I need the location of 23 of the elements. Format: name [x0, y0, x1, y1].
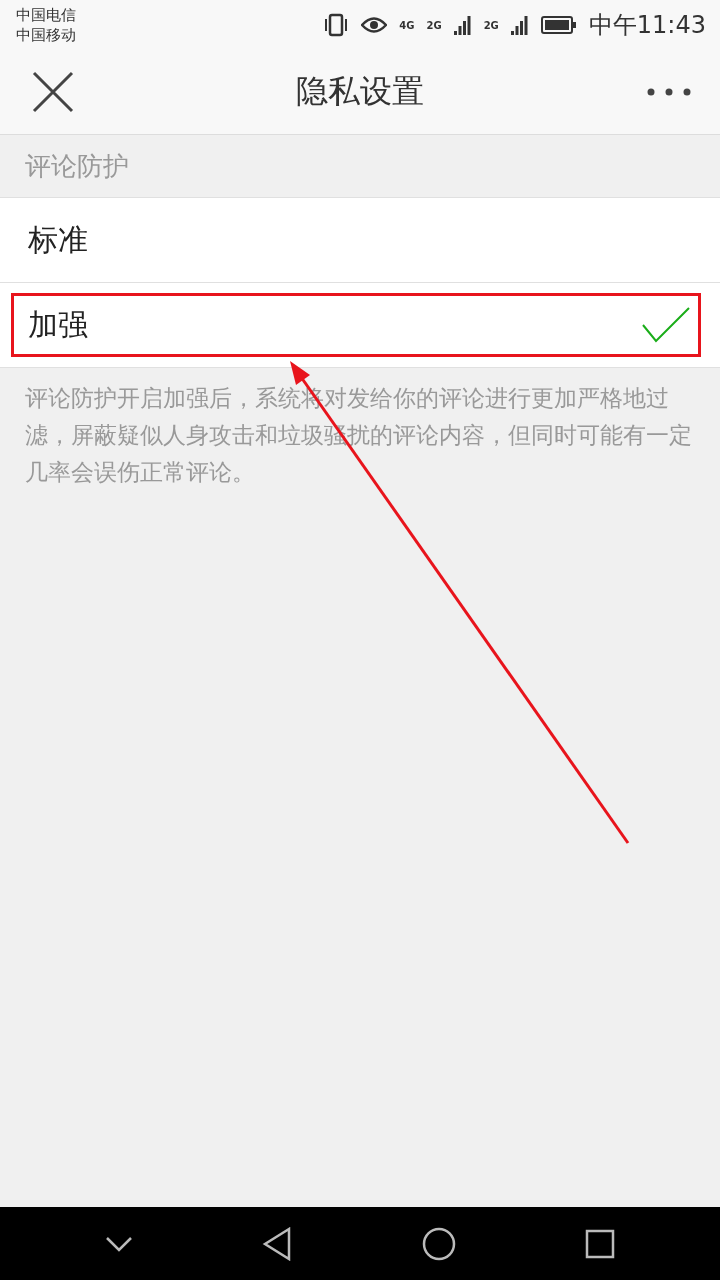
option-row[interactable]: 标准	[0, 198, 720, 283]
check-icon	[642, 307, 690, 343]
signal-icon	[453, 15, 472, 35]
option-label: 加强	[28, 305, 88, 344]
close-icon	[32, 71, 74, 113]
network-type: 2G	[426, 19, 442, 31]
network-type: 2G	[483, 19, 499, 31]
signal-icon	[510, 15, 529, 35]
carrier-name: 中国电信	[16, 5, 76, 25]
option-label: 标准	[28, 220, 88, 259]
option-row[interactable]: 加强	[0, 283, 720, 368]
eye-icon	[361, 16, 388, 34]
more-icon	[646, 87, 692, 97]
page-title: 隐私设置	[296, 71, 424, 112]
square-icon	[585, 1228, 616, 1259]
back-icon	[262, 1226, 293, 1261]
clock-time: 中午11:43	[588, 10, 706, 41]
chevron-down-icon	[104, 1235, 133, 1252]
vibrate-icon	[323, 13, 350, 37]
network-type: 4G	[399, 19, 415, 31]
circle-icon	[421, 1226, 456, 1261]
battery-icon	[540, 15, 577, 35]
carrier-name: 中国移动	[16, 25, 76, 45]
